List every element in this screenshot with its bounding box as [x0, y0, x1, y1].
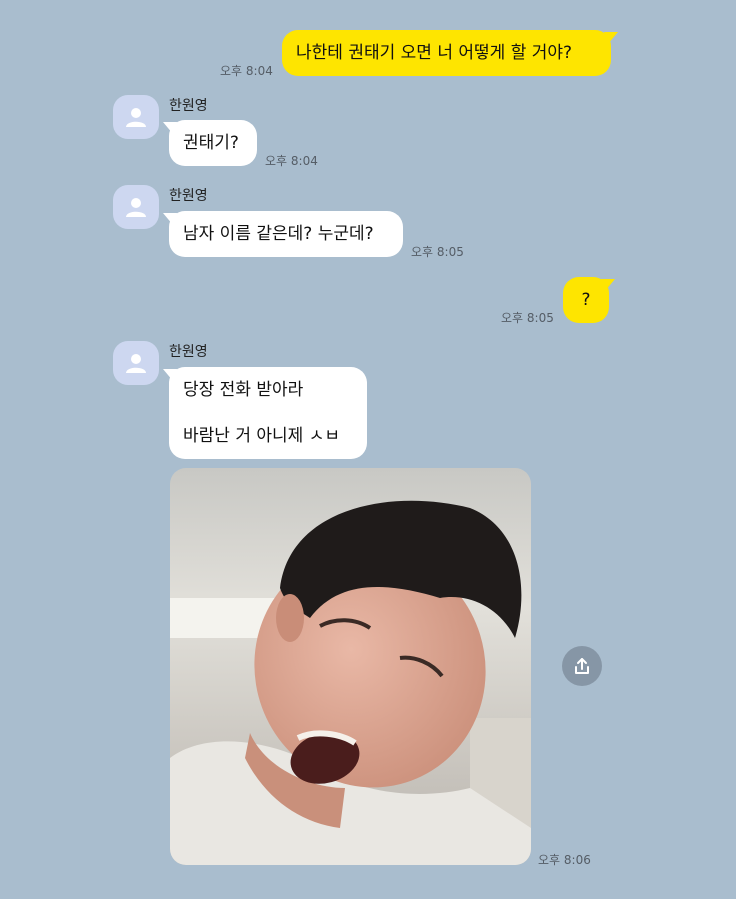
sender-name: 한원영 — [169, 98, 208, 114]
default-profile-icon — [126, 108, 146, 127]
bubble-tail — [601, 279, 615, 291]
message-time: 오후 8:04 — [220, 64, 273, 78]
their-message-bubble[interactable]: 남자 이름 같은데? 누군데? — [169, 211, 403, 257]
bubble-tail — [163, 213, 177, 225]
sender-name: 한원영 — [169, 344, 208, 360]
message-line: 당장 전화 받아라 — [183, 380, 304, 400]
sender-name: 한원영 — [169, 188, 208, 204]
message-text: 권태기? — [183, 133, 239, 153]
message-text: 나한테 권태기 오면 너 어떻게 할 거야? — [296, 43, 573, 63]
bubble-tail — [163, 369, 177, 381]
sender-avatar[interactable] — [113, 95, 159, 139]
message-time: 오후 8:05 — [411, 245, 464, 259]
message-time: 오후 8:05 — [501, 311, 554, 325]
share-button[interactable] — [562, 646, 602, 686]
message-text: ? — [581, 290, 591, 310]
sender-avatar[interactable] — [113, 341, 159, 385]
message-text: 남자 이름 같은데? 누군데? — [183, 224, 374, 244]
bubble-tail — [604, 32, 618, 44]
sender-avatar[interactable] — [113, 185, 159, 229]
share-icon — [575, 658, 589, 674]
message-time: 오후 8:06 — [538, 853, 591, 867]
message-line: 바람난 거 아니제 ㅅㅂ — [183, 426, 340, 446]
my-message-bubble[interactable]: 나한테 권태기 오면 너 어떻게 할 거야? — [282, 30, 611, 76]
their-message-bubble[interactable]: 권태기? — [169, 120, 257, 166]
photo-message[interactable] — [170, 468, 531, 865]
man-photo-image — [170, 468, 531, 865]
default-profile-icon — [126, 198, 146, 217]
their-message-bubble[interactable]: 당장 전화 받아라 바람난 거 아니제 ㅅㅂ — [169, 367, 367, 459]
message-time: 오후 8:04 — [265, 154, 318, 168]
bubble-tail — [163, 122, 177, 134]
default-profile-icon — [126, 354, 146, 373]
